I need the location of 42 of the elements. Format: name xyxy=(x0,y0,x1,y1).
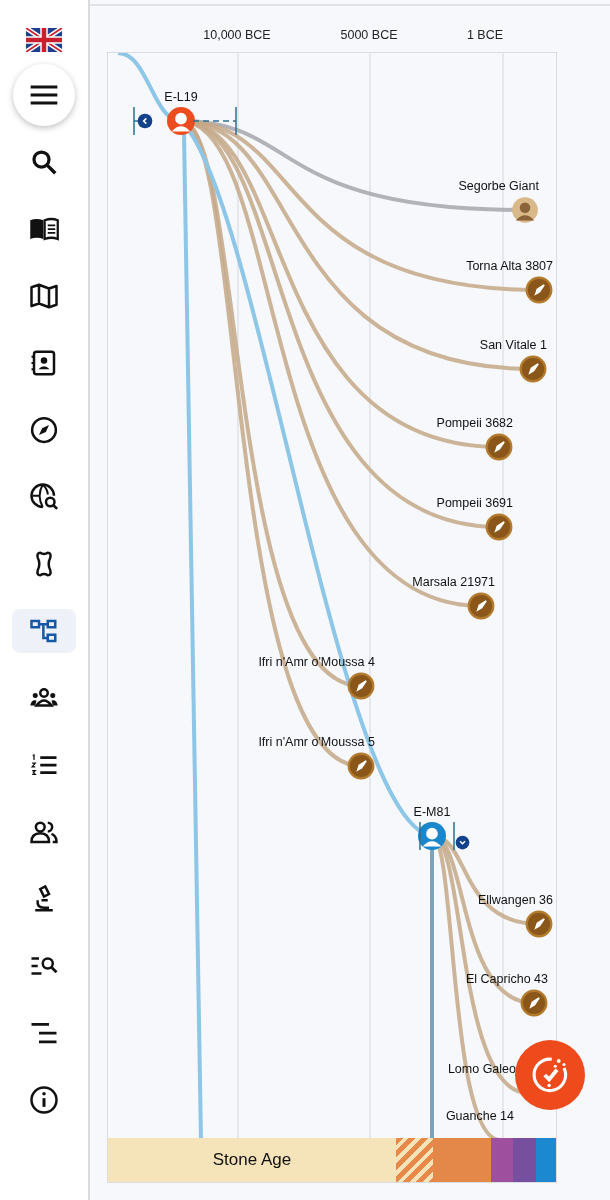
flag-icon xyxy=(26,28,62,52)
sample-label: Segorbe Giant xyxy=(458,178,539,195)
chevron-left-icon[interactable] xyxy=(137,113,153,129)
globe-search-icon xyxy=(29,482,59,512)
node-label: E-M81 xyxy=(413,804,451,821)
trowel-badge-icon[interactable] xyxy=(485,433,513,461)
range-bracket xyxy=(419,822,455,850)
trowel-badge-icon[interactable] xyxy=(347,752,375,780)
axis-label: 5000 BCE xyxy=(340,27,398,44)
node-label: E-L19 xyxy=(164,89,198,106)
person-silhouette-icon[interactable] xyxy=(511,196,539,224)
haplogroup-node-icon[interactable] xyxy=(418,822,446,850)
sample-label: Ifri n'Amr o'Moussa 5 xyxy=(258,734,375,751)
haplogroup-node-icon[interactable] xyxy=(167,107,195,135)
sample-label: Pompeii 3682 xyxy=(436,415,513,432)
compass-icon xyxy=(29,415,59,445)
trowel-badge-icon[interactable] xyxy=(525,910,553,938)
sample-label: El Capricho 43 xyxy=(466,971,548,988)
sample-label: Torna Alta 3807 xyxy=(466,258,553,275)
menu-button[interactable] xyxy=(13,64,75,126)
info-icon xyxy=(29,1085,59,1115)
sample-label: Pompeii 3691 xyxy=(436,495,513,512)
era-label: Stone Age xyxy=(212,1149,292,1172)
trowel-badge-icon[interactable] xyxy=(485,513,513,541)
trowel-badge-icon[interactable] xyxy=(520,989,548,1017)
sidebar-item[interactable] xyxy=(12,609,76,653)
sample-label: Guanche 14 xyxy=(445,1108,514,1125)
search-icon xyxy=(29,147,59,177)
sample-label: Marsala 21971 xyxy=(412,574,495,591)
trowel-badge-icon[interactable] xyxy=(519,355,547,383)
map-icon xyxy=(29,281,59,311)
chevron-down-icon[interactable] xyxy=(455,835,470,850)
sample-label: Ifri n'Amr o'Moussa 4 xyxy=(258,654,375,671)
axis-label: 1 BCE xyxy=(466,27,504,44)
trowel-badge-icon[interactable] xyxy=(525,276,553,304)
sample-label: Ellwangen 36 xyxy=(477,892,553,909)
axis-label: 10,000 BCE xyxy=(203,27,271,44)
sample-label: San Vitale 1 xyxy=(479,337,547,354)
trowel-badge-icon[interactable] xyxy=(467,592,495,620)
sample-label: Lomo Galeo xyxy=(447,1061,516,1078)
era-segment[interactable]: Stone Age xyxy=(108,1138,396,1182)
trowel-badge-icon[interactable] xyxy=(347,672,375,700)
